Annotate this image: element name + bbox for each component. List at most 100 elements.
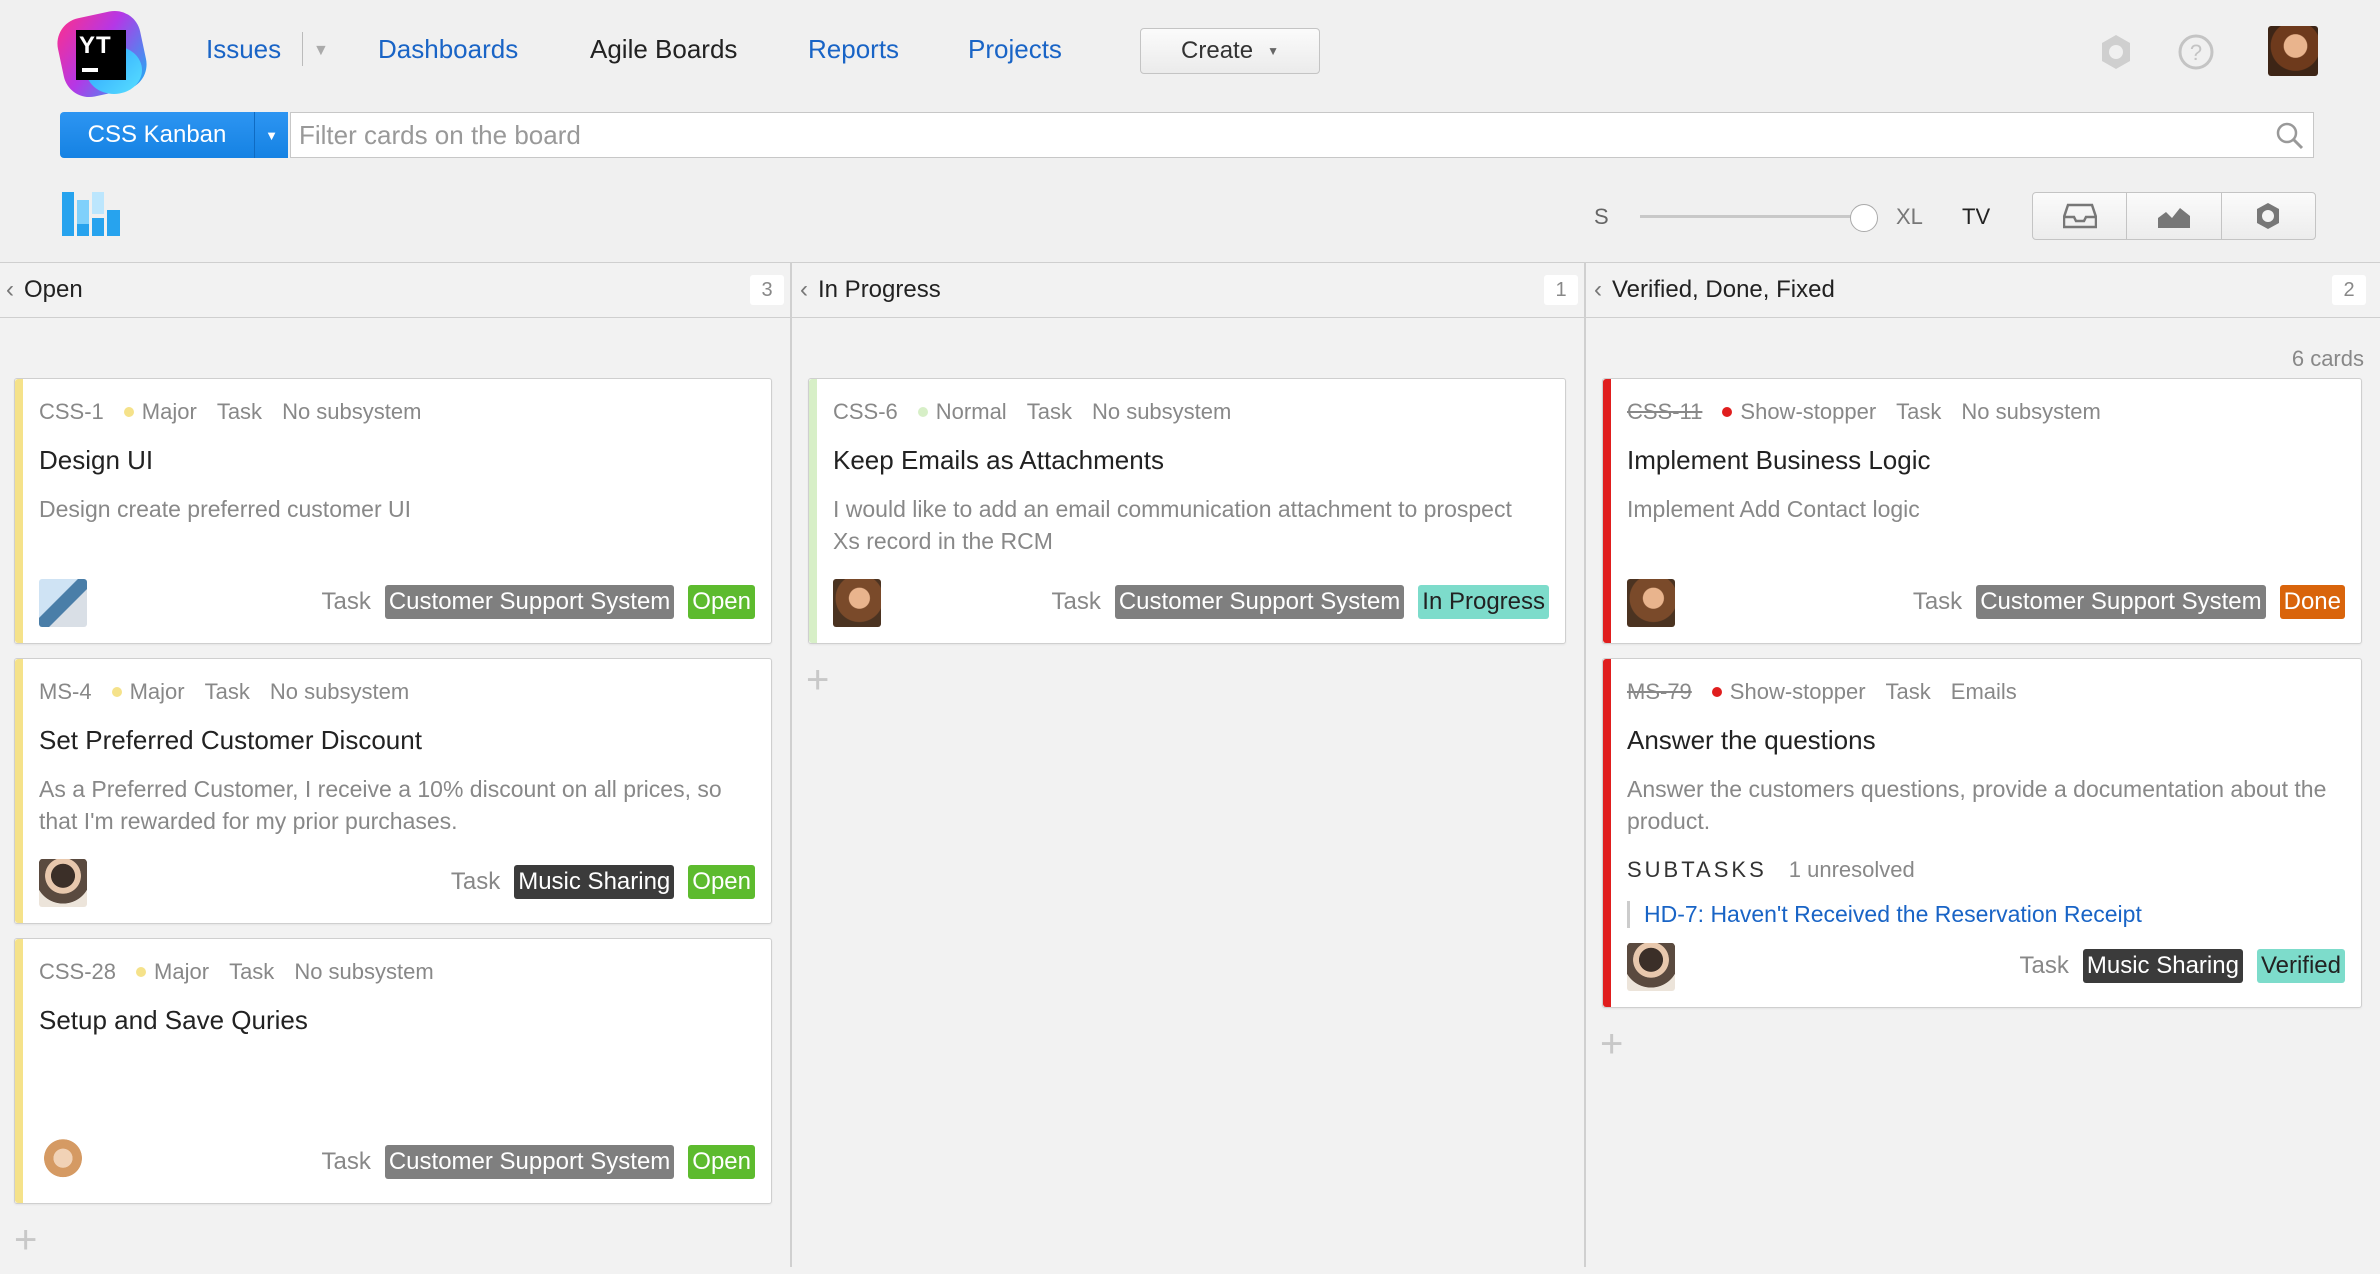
column-header-verified[interactable]: ‹ Verified, Done, Fixed 2 [1588,263,2380,317]
nav-dashboards[interactable]: Dashboards [378,34,518,65]
issue-summary[interactable]: Set Preferred Customer Discount [39,725,422,756]
issue-summary[interactable]: Answer the questions [1627,725,1876,756]
type-field[interactable]: Task [1896,399,1941,425]
gear-icon [2257,203,2280,229]
type-field[interactable]: Task [1027,399,1072,425]
nav-projects[interactable]: Projects [968,34,1062,65]
issue-id[interactable]: CSS-11 [1627,399,1702,425]
filter-box [290,112,2314,158]
status-badge[interactable]: Open [688,585,755,619]
avatar[interactable] [833,579,881,627]
project-tag[interactable]: Customer Support System [1976,585,2266,619]
search-icon[interactable] [2275,121,2305,151]
add-card-button[interactable]: + [1600,1024,1623,1064]
type-field[interactable]: Task [229,959,274,985]
priority-field[interactable]: Major [136,959,209,985]
add-card-button[interactable]: + [806,660,829,700]
issue-summary[interactable]: Implement Business Logic [1627,445,1930,476]
project-tag[interactable]: Customer Support System [384,585,675,619]
project-tag[interactable]: Music Sharing [2082,949,2243,983]
issue-id[interactable]: CSS-6 [833,399,898,425]
slider-handle[interactable] [1850,204,1878,232]
type-label: Task [1912,588,1963,615]
nav-reports[interactable]: Reports [808,34,899,65]
priority-field[interactable]: Major [123,399,197,425]
avatar[interactable] [39,1139,87,1187]
issue-card[interactable]: MS-4 Major Task No subsystem Set Preferr… [14,658,772,924]
subsystem-field[interactable]: No subsystem [1092,399,1231,425]
issue-card[interactable]: MS-79 Show-stopper Task Emails Answer th… [1602,658,2362,1008]
subtask-link[interactable]: HD-7: Haven't Received the Reservation R… [1627,901,2142,928]
tv-mode-toggle[interactable]: TV [1962,204,1990,230]
issue-summary[interactable]: Keep Emails as Attachments [833,445,1164,476]
type-field[interactable]: Task [217,399,262,425]
priority-field[interactable]: Show-stopper [1722,399,1876,425]
column-header-in-progress[interactable]: ‹ In Progress 1 [794,263,1584,317]
column-divider [1584,262,1586,1267]
nav-agile-boards[interactable]: Agile Boards [590,34,737,65]
priority-dot [111,687,122,697]
card-size-slider[interactable] [1640,204,1880,232]
priority-dot [123,407,134,417]
column-header-open[interactable]: ‹ Open 3 [0,263,790,317]
status-badge[interactable]: Open [688,1145,755,1179]
add-card-button[interactable]: + [14,1220,37,1260]
subsystem-field[interactable]: No subsystem [294,959,433,985]
subsystem-field[interactable]: Emails [1951,679,2017,705]
status-badge[interactable]: Verified [2256,949,2345,983]
issue-card[interactable]: CSS-1 Major Task No subsystem Design UI … [14,378,772,644]
status-badge[interactable]: Done [2279,585,2345,619]
help-icon[interactable]: ? [2176,32,2216,72]
nav-issues[interactable]: Issues [206,34,281,65]
subsystem-field[interactable]: No subsystem [1961,399,2100,425]
subsystem-field[interactable]: No subsystem [270,679,409,705]
project-tag[interactable]: Customer Support System [1114,585,1405,619]
issue-card[interactable]: CSS-11 Show-stopper Task No subsystem Im… [1602,378,2362,644]
subtasks-count: 1 unresolved [1788,857,1915,882]
chart-icon [2157,208,2190,228]
issue-summary[interactable]: Setup and Save Quries [39,1005,308,1036]
subtasks-header: SUBTASKS 1 unresolved [1627,857,1915,883]
project-tag[interactable]: Music Sharing [514,865,675,899]
card-footer: Task Customer Support System Open [321,585,755,619]
avatar[interactable] [1627,579,1675,627]
gear-icon[interactable] [2096,32,2136,72]
subsystem-field[interactable]: No subsystem [282,399,421,425]
priority-stripe [15,939,23,1203]
issue-id[interactable]: MS-4 [39,679,92,705]
type-field[interactable]: Task [205,679,250,705]
chevron-left-icon[interactable]: ‹ [800,276,808,304]
avatar[interactable] [39,579,87,627]
chevron-left-icon[interactable]: ‹ [1594,276,1602,304]
status-badge[interactable]: Open [688,865,755,899]
priority-field[interactable]: Major [111,679,185,705]
board-selector[interactable]: CSS Kanban ▼ [60,112,288,158]
create-button[interactable]: Create ▼ [1140,28,1320,74]
filter-input[interactable] [299,113,2259,157]
avatar[interactable] [1627,943,1675,991]
issue-card[interactable]: CSS-6 Normal Task No subsystem Keep Emai… [808,378,1566,644]
priority-label: Major [129,679,185,704]
status-badge[interactable]: In Progress [1418,585,1549,619]
card-footer: Task Customer Support System Done [1913,585,2345,619]
report-chart-button[interactable] [2127,193,2222,239]
backlog-button[interactable] [2033,193,2128,239]
priority-field[interactable]: Show-stopper [1711,679,1866,705]
chevron-down-icon[interactable]: ▼ [302,32,329,66]
chevron-left-icon[interactable]: ‹ [6,276,14,304]
issue-id[interactable]: CSS-1 [39,399,104,425]
priority-label: Major [154,959,210,984]
project-tag[interactable]: Customer Support System [384,1145,675,1179]
priority-field[interactable]: Normal [917,399,1007,425]
issue-summary[interactable]: Design UI [39,445,153,476]
issue-description: As a Preferred Customer, I receive a 10%… [39,776,722,834]
type-field[interactable]: Task [1886,679,1931,705]
issue-card[interactable]: CSS-28 Major Task No subsystem Setup and… [14,938,772,1204]
chevron-down-icon[interactable]: ▼ [254,112,288,158]
avatar[interactable] [2268,26,2318,76]
board-settings-button[interactable] [2222,193,2315,239]
issue-id[interactable]: CSS-28 [39,959,116,985]
issue-id[interactable]: MS-79 [1627,679,1692,705]
youtrack-logo[interactable]: YT [52,6,152,102]
avatar[interactable] [39,859,87,907]
